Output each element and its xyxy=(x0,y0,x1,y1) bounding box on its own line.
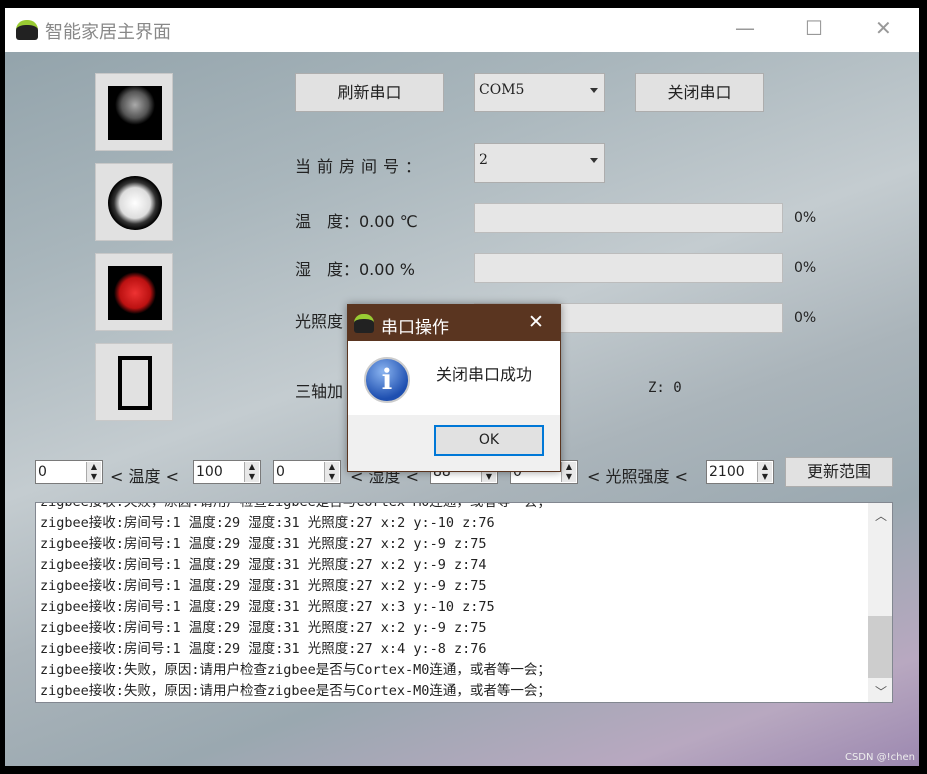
maximize-button[interactable]: ☐ xyxy=(805,16,823,40)
close-window-button[interactable]: ✕ xyxy=(875,16,892,40)
android-icon xyxy=(16,20,38,40)
log-line: zigbee接收:失败，原因:请用户检查zigbee是否与Cortex-M0连通… xyxy=(40,662,551,678)
title-bar: 智能家居主界面 — ☐ ✕ xyxy=(5,8,919,52)
light-toggle-button[interactable] xyxy=(95,73,173,151)
fan-icon xyxy=(108,176,162,230)
dialog-body: i 关闭串口成功 xyxy=(348,341,560,415)
room-value: 2 xyxy=(479,152,488,168)
spinner-arrows-icon[interactable]: ▲▼ xyxy=(324,462,339,482)
light-percent: 0% xyxy=(794,310,817,326)
temperature-percent: 0% xyxy=(794,210,817,226)
accel-z: Z: 0 xyxy=(648,380,682,396)
dialog-title: 串口操作 xyxy=(381,318,449,338)
alarm-icon xyxy=(108,266,162,320)
temp-max-spinner[interactable]: 100 ▲ ▼ xyxy=(193,460,261,484)
refresh-port-button[interactable]: 刷新串口 xyxy=(295,73,444,112)
info-icon: i xyxy=(364,357,410,403)
close-port-button[interactable]: 关闭串口 xyxy=(635,73,764,112)
chevron-down-icon xyxy=(590,158,598,163)
display-toggle-button[interactable] xyxy=(95,343,173,421)
dialog-close-button[interactable]: ✕ xyxy=(528,311,544,333)
light-max-spinner[interactable]: 2100 ▲ ▼ xyxy=(706,460,774,484)
light-max-value: 2100 xyxy=(709,464,745,480)
log-line: zigbee接收:房间号:1 温度:29 湿度:31 光照度:27 x:2 y:… xyxy=(40,557,487,573)
temperature-progress xyxy=(474,203,783,233)
accel-label: 三轴加 xyxy=(295,382,344,401)
port-select[interactable]: COM5 xyxy=(474,73,605,112)
android-icon xyxy=(354,314,374,333)
seven-segment-icon xyxy=(118,356,152,410)
scroll-down-icon[interactable]: ﹀ xyxy=(875,683,887,700)
scrollbar-thumb[interactable] xyxy=(868,616,892,678)
spinner-arrows-icon[interactable]: ▲▼ xyxy=(244,462,259,482)
spinner-arrows-icon[interactable]: ▲▼ xyxy=(757,462,772,482)
watermark: CSDN @!chen xyxy=(844,752,915,763)
spinner-arrows-icon[interactable]: ▲▼ xyxy=(86,462,101,482)
room-select[interactable]: 2 xyxy=(474,143,605,183)
hum-min-spinner[interactable]: 0 ▲ ▼ xyxy=(273,460,341,484)
window-title: 智能家居主界面 xyxy=(45,22,171,43)
log-line: zigbee接收:房间号:1 温度:29 湿度:31 光照度:27 x:2 y:… xyxy=(40,620,487,636)
log-scrollbar[interactable]: ︿ ﹀ xyxy=(868,503,892,702)
room-label: 当前房间号： xyxy=(295,157,428,176)
fan-toggle-button[interactable] xyxy=(95,163,173,241)
humidity-label: 湿 度：0.00 % xyxy=(295,260,415,279)
humidity-progress xyxy=(474,253,783,283)
dialog-message: 关闭串口成功 xyxy=(436,365,533,384)
log-line: zigbee接收:房间号:1 温度:29 湿度:31 光照度:27 x:2 y:… xyxy=(40,578,487,594)
light-label: 光照度 xyxy=(295,312,344,331)
alarm-toggle-button[interactable] xyxy=(95,253,173,331)
temp-max-value: 100 xyxy=(196,464,223,480)
temp-min-value: 0 xyxy=(38,464,47,480)
log-line: zigbee接收:失败，原因:请用户检查zigbee是否与Cortex-M0连通… xyxy=(40,683,551,699)
log-textarea[interactable]: zigbee接收:失败，原因:请用户检查zigbee是否与Cortex-M0连通… xyxy=(35,502,893,703)
log-line: zigbee接收:失败，原因:请用户检查zigbee是否与Cortex-M0连通… xyxy=(40,502,551,510)
log-line: zigbee接收:房间号:1 温度:29 湿度:31 光照度:27 x:4 y:… xyxy=(40,641,487,657)
message-dialog: 串口操作 ✕ i 关闭串口成功 OK xyxy=(347,304,561,472)
minimize-button[interactable]: — xyxy=(735,16,755,40)
update-range-button[interactable]: 更新范围 xyxy=(785,457,893,487)
log-line: zigbee接收:房间号:1 温度:29 湿度:31 光照度:27 x:2 y:… xyxy=(40,515,495,531)
light-range-label: < 光照强度 < xyxy=(587,467,688,486)
humidity-percent: 0% xyxy=(794,260,817,276)
lightbulb-icon xyxy=(108,86,162,140)
hum-min-value: 0 xyxy=(276,464,285,480)
temp-min-spinner[interactable]: 0 ▲ ▼ xyxy=(35,460,103,484)
temp-range-label: < 温度 < xyxy=(110,467,179,486)
spinner-arrows-icon[interactable]: ▲▼ xyxy=(561,462,576,482)
log-line: zigbee接收:房间号:1 温度:29 湿度:31 光照度:27 x:3 y:… xyxy=(40,599,495,615)
scroll-up-icon[interactable]: ︿ xyxy=(875,507,887,524)
port-value: COM5 xyxy=(479,82,525,98)
ok-button[interactable]: OK xyxy=(434,425,544,456)
log-line: zigbee接收:房间号:1 温度:29 湿度:31 光照度:27 x:2 y:… xyxy=(40,536,487,552)
temperature-label: 温 度：0.00 ℃ xyxy=(295,212,418,231)
dialog-title-bar: 串口操作 ✕ xyxy=(348,305,560,341)
chevron-down-icon xyxy=(590,88,598,93)
